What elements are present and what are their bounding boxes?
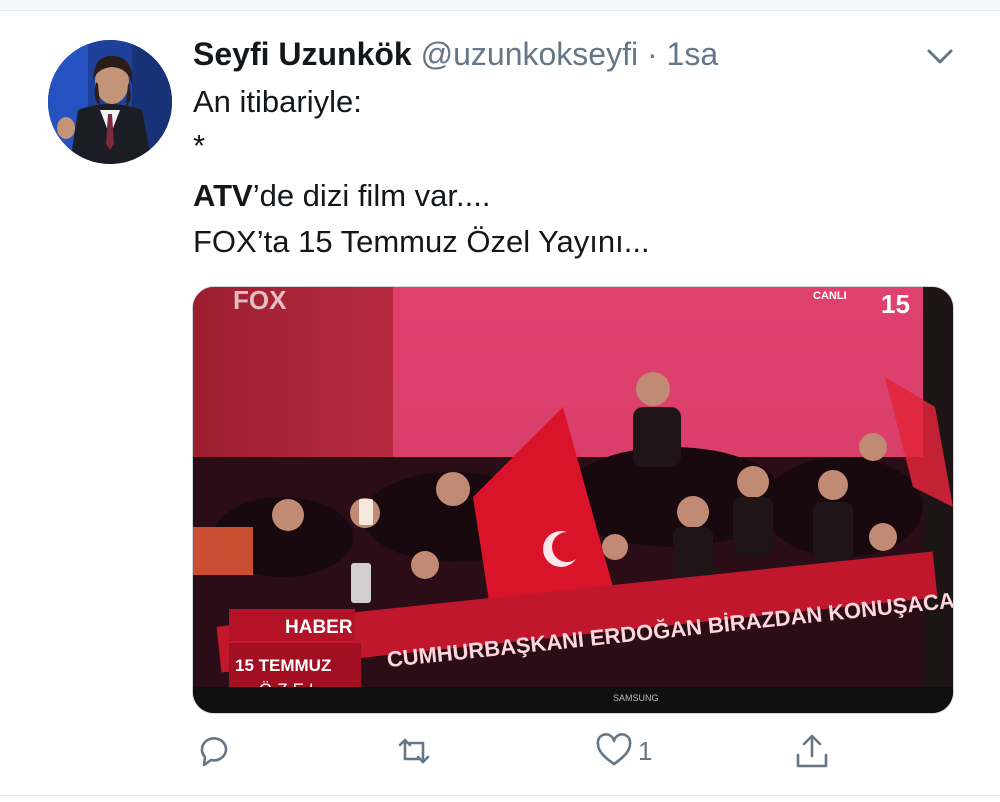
tweet-text-line: *: [193, 128, 206, 163]
tweet-actions: 1: [0, 728, 1000, 778]
header-separator: ·: [646, 36, 658, 72]
retweet-button[interactable]: [394, 728, 434, 774]
author-name[interactable]: Seyfi Uzunkök: [193, 36, 412, 72]
share-button[interactable]: [792, 728, 832, 774]
share-icon: [796, 734, 828, 768]
reply-icon: [200, 737, 228, 767]
tweet-text: ’de dizi film var....: [252, 178, 491, 213]
program-title: 15 TEMMUZ: [235, 656, 331, 675]
tweet-text-line: FOX’ta 15 Temmuz Özel Yayını...: [193, 224, 650, 259]
tweet-text-bold: ATV: [193, 178, 253, 213]
live-label: CANLI: [813, 290, 847, 302]
tweet-text-line: ATV’de dizi film var....: [193, 176, 490, 216]
author-handle[interactable]: @uzunkokseyfi: [421, 36, 638, 72]
tv-broadcast-photo: FOX CANLI 15 CUMHURBAŞKANI ERDOĞAN BİRAZ…: [193, 287, 953, 713]
fox-logo: FOX: [233, 287, 287, 315]
bottom-divider: [0, 795, 1000, 796]
chevron-down-icon: [927, 49, 953, 64]
tweet-media-image[interactable]: FOX CANLI 15 CUMHURBAŞKANI ERDOĞAN BİRAZ…: [192, 286, 954, 714]
news-tag: HABER: [285, 617, 353, 638]
anniversary-badge: 15: [881, 289, 910, 319]
like-button[interactable]: 1: [594, 728, 652, 774]
tweet-header: Seyfi Uzunkök @uzunkokseyfi · 1sa: [193, 34, 718, 74]
avatar[interactable]: [48, 40, 172, 164]
tv-brand: SAMSUNG: [613, 693, 659, 703]
tweet-timestamp[interactable]: 1sa: [667, 36, 719, 72]
top-divider: [0, 0, 1000, 11]
retweet-icon: [398, 738, 430, 764]
avatar-portrait: [48, 40, 172, 164]
tweet-text-line: An itibariyle:: [193, 84, 362, 119]
like-count: 1: [638, 735, 653, 766]
heart-icon: [596, 733, 632, 766]
reply-button[interactable]: [194, 728, 234, 774]
tweet-menu-button[interactable]: [922, 38, 958, 74]
